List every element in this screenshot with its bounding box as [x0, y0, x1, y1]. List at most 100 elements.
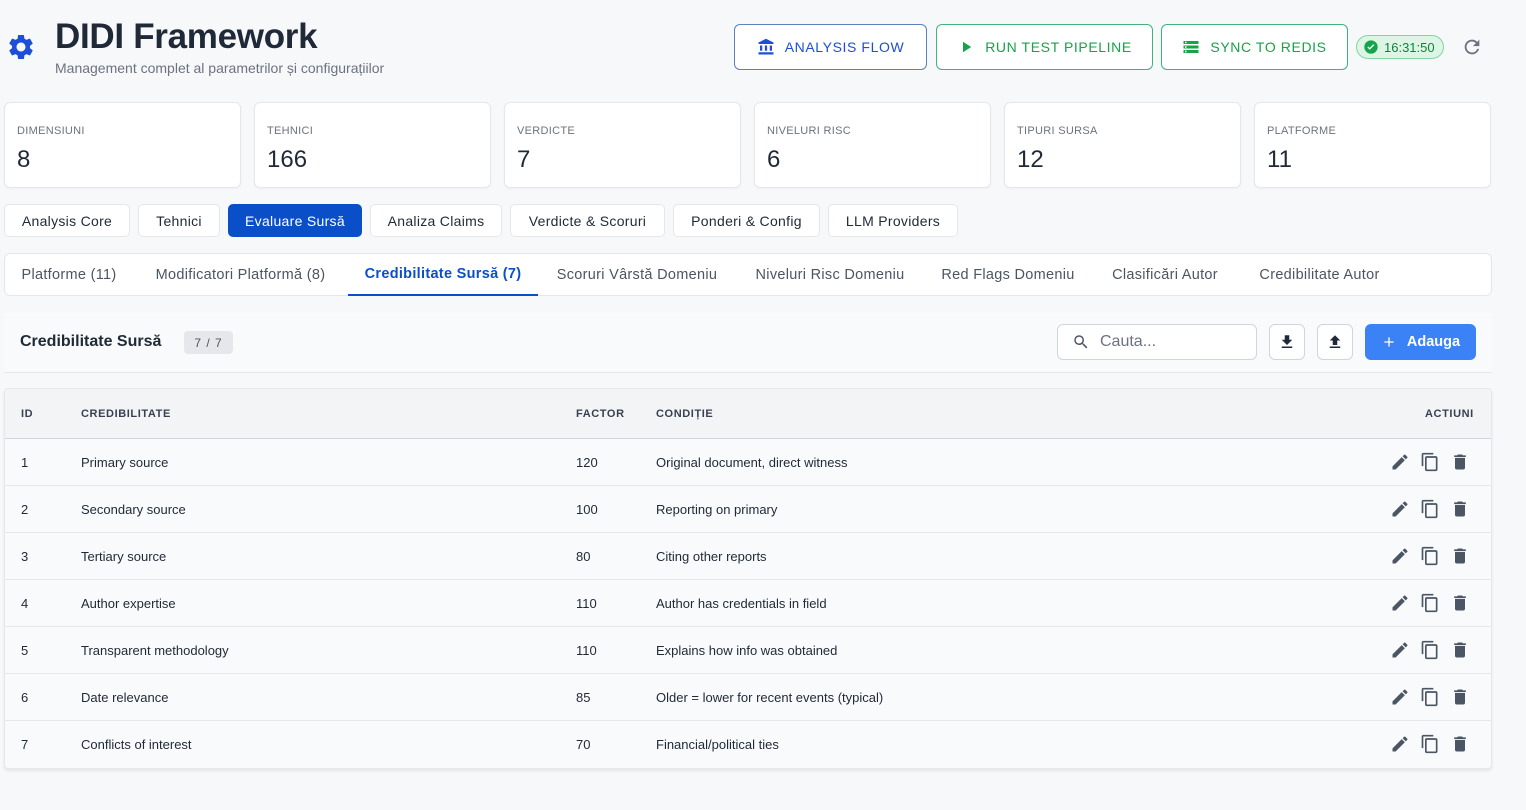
- cell-id: 1: [21, 455, 29, 470]
- subtab-platforme[interactable]: Platforme (11): [5, 254, 133, 296]
- subtab-scoruri-varsta-domeniu[interactable]: Scoruri Vârstă Domeniu: [538, 254, 736, 296]
- stat-label: DIMENSIUNI: [17, 125, 85, 137]
- column-header-credibilitate: CREDIBILITATE: [81, 408, 171, 420]
- play-icon: [963, 41, 972, 53]
- cell-credibilitate: Primary source: [81, 455, 169, 470]
- pencil-icon[interactable]: [1390, 546, 1410, 566]
- tab-llm-providers[interactable]: LLM Providers: [828, 204, 958, 237]
- copy-icon[interactable]: [1420, 546, 1440, 566]
- sync-to-redis-button[interactable]: SYNC TO REDIS: [1161, 24, 1348, 70]
- cell-id: 5: [21, 643, 29, 658]
- column-header-conditie: CONDIȚIE: [656, 408, 714, 420]
- refresh-icon[interactable]: [1461, 36, 1483, 58]
- sub-tabs-bar: Platforme (11) Modificatori Platformă (8…: [4, 253, 1492, 296]
- trash-icon[interactable]: [1450, 687, 1470, 707]
- upload-button[interactable]: [1317, 324, 1353, 360]
- pencil-icon[interactable]: [1390, 640, 1410, 660]
- cell-factor: 110: [576, 643, 597, 658]
- stat-label: TEHNICI: [267, 125, 314, 137]
- stat-label: VERDICTE: [517, 125, 576, 137]
- pencil-icon[interactable]: [1390, 499, 1410, 519]
- pencil-icon[interactable]: [1390, 452, 1410, 472]
- table-row: 7 Conflicts of interest 70 Financial/politi…: [5, 721, 1491, 768]
- trash-icon[interactable]: [1450, 734, 1470, 754]
- cell-conditie: Financial/political ties: [656, 737, 779, 752]
- last-sync-time-badge: 16:31:50: [1356, 35, 1444, 59]
- cell-credibilitate: Transparent methodology: [81, 643, 229, 658]
- tab-evaluare-sursa[interactable]: Evaluare Sursă: [228, 204, 362, 237]
- trash-icon[interactable]: [1450, 499, 1470, 519]
- copy-icon[interactable]: [1420, 452, 1440, 472]
- search-field[interactable]: [1057, 324, 1257, 360]
- time-value: 16:31:50: [1384, 39, 1435, 55]
- tab-analiza-claims[interactable]: Analiza Claims: [370, 204, 502, 237]
- cell-factor: 120: [576, 455, 598, 470]
- trash-icon[interactable]: [1450, 452, 1470, 472]
- column-header-factor: FACTOR: [576, 408, 625, 420]
- stat-value: 6: [767, 146, 781, 173]
- gear-icon: [9, 34, 33, 59]
- cell-factor: 100: [576, 502, 598, 517]
- plus-icon: [1384, 337, 1394, 347]
- stat-label: TIPURI SURSA: [1017, 125, 1098, 137]
- stat-value: 11: [1267, 146, 1292, 173]
- stat-value: 7: [517, 146, 531, 173]
- cell-id: 2: [21, 502, 29, 517]
- table-row: 3 Tertiary source 80 Citing other reports: [5, 533, 1491, 580]
- analysis-flow-button[interactable]: ANALYSIS FLOW: [734, 24, 927, 70]
- download-button[interactable]: [1269, 324, 1305, 360]
- tab-tehnici[interactable]: Tehnici: [138, 204, 220, 237]
- column-header-actiuni: ACTIUNI: [1425, 408, 1474, 420]
- analysis-flow-label: ANALYSIS FLOW: [784, 39, 905, 55]
- subtab-clasificari-autor[interactable]: Clasificări Autor: [1092, 254, 1238, 296]
- copy-icon[interactable]: [1420, 640, 1440, 660]
- upload-icon: [1329, 335, 1341, 348]
- pencil-icon[interactable]: [1390, 687, 1410, 707]
- subtab-niveluri-risc-domeniu[interactable]: Niveluri Risc Domeniu: [736, 254, 924, 296]
- pencil-icon[interactable]: [1390, 593, 1410, 613]
- cell-conditie: Author has credentials in field: [656, 596, 827, 611]
- app-subtitle: Management complet al parametrilor și co…: [55, 60, 385, 76]
- trash-icon[interactable]: [1450, 640, 1470, 660]
- stat-card-dimensiuni: DIMENSIUNI 8: [4, 102, 241, 188]
- cell-credibilitate: Author expertise: [81, 596, 176, 611]
- add-button-label: Adauga: [1406, 334, 1461, 350]
- table-row: 6 Date relevance 85 Older = lower for recen…: [5, 674, 1491, 721]
- tab-ponderi-config[interactable]: Ponderi & Config: [673, 204, 820, 237]
- search-input[interactable]: [1100, 333, 1240, 351]
- pencil-icon[interactable]: [1390, 734, 1410, 754]
- stat-value: 8: [17, 146, 31, 173]
- storage-icon: [1183, 41, 1199, 53]
- cell-id: 3: [21, 549, 29, 564]
- cell-factor: 85: [576, 690, 591, 705]
- sync-to-redis-label: SYNC TO REDIS: [1210, 39, 1327, 55]
- stat-card-verdicte: VERDICTE 7: [504, 102, 741, 188]
- add-button[interactable]: Adauga: [1365, 324, 1476, 360]
- trash-icon[interactable]: [1450, 593, 1470, 613]
- search-icon: [1074, 335, 1088, 349]
- stat-card-platforme: PLATFORME 11: [1254, 102, 1491, 188]
- copy-icon[interactable]: [1420, 499, 1440, 519]
- copy-icon[interactable]: [1420, 734, 1440, 754]
- cell-credibilitate: Secondary source: [81, 502, 186, 517]
- table-row: 1 Primary source 120 Original document, dir…: [5, 439, 1491, 486]
- subtab-red-flags-domeniu[interactable]: Red Flags Domeniu: [924, 254, 1092, 296]
- cell-conditie: Citing other reports: [656, 549, 767, 564]
- cell-factor: 110: [576, 596, 597, 611]
- subtab-credibilitate-sursa[interactable]: Credibilitate Sursă (7): [348, 254, 538, 296]
- run-test-pipeline-button[interactable]: RUN TEST PIPELINE: [936, 24, 1153, 70]
- tab-analysis-core[interactable]: Analysis Core: [4, 204, 130, 237]
- subtab-credibilitate-autor[interactable]: Credibilitate Autor: [1238, 254, 1401, 296]
- cell-factor: 70: [576, 737, 591, 752]
- subtab-modificatori-platforma[interactable]: Modificatori Platformă (8): [133, 254, 348, 296]
- tab-verdicte-scoruri[interactable]: Verdicte & Scoruri: [510, 204, 665, 237]
- copy-icon[interactable]: [1420, 687, 1440, 707]
- stat-value: 166: [267, 146, 308, 173]
- cell-conditie: Older = lower for recent events (typical…: [656, 690, 884, 705]
- cell-conditie: Original document, direct witness: [656, 455, 848, 470]
- trash-icon[interactable]: [1450, 546, 1470, 566]
- page-header: DIDI Framework Management complet al par…: [0, 0, 1526, 95]
- cell-conditie: Reporting on primary: [656, 502, 778, 517]
- table-header: ID CREDIBILITATE FACTOR CONDIȚIE ACTIUNI: [5, 389, 1491, 439]
- copy-icon[interactable]: [1420, 593, 1440, 613]
